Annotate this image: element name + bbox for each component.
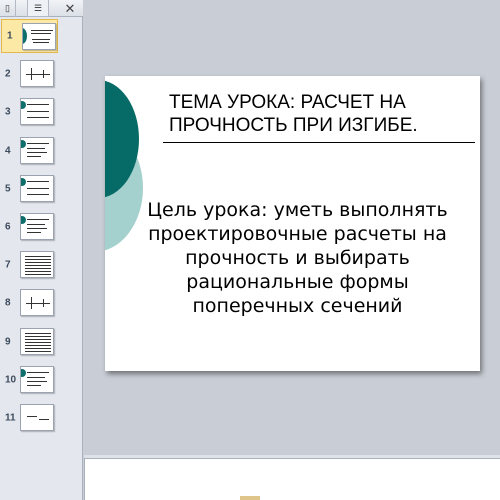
- slide-number: 1: [7, 30, 13, 42]
- preview-mark: [26, 74, 50, 76]
- slide-preview: [20, 289, 54, 317]
- slide-thumbnail-3[interactable]: 3: [0, 95, 83, 129]
- preview-mark: [31, 297, 32, 310]
- slide-number: 3: [5, 106, 11, 118]
- preview-mark: [27, 117, 49, 119]
- slide-thumbnail-7[interactable]: 7: [0, 248, 83, 282]
- preview-mark: [25, 271, 51, 273]
- preview-mark: [27, 219, 49, 220]
- preview-mark: [21, 216, 26, 224]
- outline-tab[interactable]: ☰: [27, 0, 49, 17]
- slide-thumbnail-11[interactable]: 11: [0, 401, 83, 435]
- slide-preview: [20, 404, 54, 431]
- preview-mark: [27, 111, 49, 113]
- preview-mark: [21, 177, 26, 186]
- slide-thumbnail-9[interactable]: 9: [0, 325, 83, 359]
- preview-mark: [32, 39, 50, 40]
- preview-mark: [27, 416, 37, 417]
- preview-mark: [27, 193, 49, 195]
- preview-mark: [33, 42, 49, 43]
- status-bar-fragment: [240, 496, 260, 500]
- current-slide[interactable]: ТЕМА УРОКА: РАСЧЕТ НА ПРОЧНОСТЬ ПРИ ИЗГИ…: [105, 76, 480, 371]
- preview-mark: [27, 155, 41, 157]
- preview-mark: [27, 187, 49, 189]
- preview-mark: [31, 33, 51, 34]
- preview-mark: [26, 303, 50, 305]
- slide-preview: [20, 60, 54, 88]
- slide-thumbnail-1[interactable]: 1: [1, 19, 58, 53]
- preview-mark: [43, 70, 44, 79]
- slide-number: 2: [5, 68, 11, 80]
- close-panel-button[interactable]: ✕: [60, 0, 80, 17]
- preview-mark: [27, 228, 47, 229]
- preview-mark: [25, 347, 51, 349]
- slide-preview: [20, 251, 54, 279]
- slide-number: 9: [5, 336, 11, 348]
- preview-mark: [27, 384, 41, 386]
- preview-mark: [27, 104, 49, 106]
- preview-mark: [25, 341, 51, 343]
- slide-thumbnail-6[interactable]: 6: [0, 210, 83, 244]
- preview-mark: [25, 344, 51, 346]
- slide-thumbnail-4[interactable]: 4: [0, 134, 83, 168]
- preview-mark: [27, 376, 45, 378]
- preview-mark: [31, 68, 32, 81]
- preview-mark: [27, 224, 45, 225]
- preview-mark: [23, 28, 27, 44]
- preview-mark: [27, 151, 47, 153]
- slide-preview: [20, 365, 54, 393]
- preview-mark: [25, 256, 51, 258]
- preview-mark: [25, 338, 51, 340]
- preview-mark: [39, 419, 49, 420]
- slide-preview: [20, 213, 54, 240]
- outline-tab-icon: ☰: [33, 2, 43, 13]
- slide-number: 6: [5, 221, 11, 233]
- preview-mark: [25, 268, 51, 270]
- preview-mark: [27, 380, 47, 382]
- slide-preview: [20, 327, 54, 355]
- slides-tab[interactable]: ▯: [0, 0, 16, 17]
- preview-mark: [27, 371, 49, 373]
- preview-mark: [43, 299, 44, 308]
- preview-mark: [25, 350, 51, 352]
- slide-preview: [22, 23, 56, 50]
- preview-mark: [21, 368, 26, 377]
- slides-panel: ▯ ☰ ✕ 1 2 3 4 5 6 7 8 9 10 11: [0, 0, 83, 500]
- panel-tabs: ▯ ☰ ✕: [0, 0, 83, 17]
- slide-thumbnail-5[interactable]: 5: [0, 172, 83, 206]
- slide-preview: [20, 174, 54, 202]
- close-icon: ✕: [64, 0, 76, 16]
- preview-mark: [25, 262, 51, 264]
- slide-preview: [20, 98, 54, 126]
- preview-mark: [21, 101, 26, 110]
- slide-number: 8: [5, 297, 11, 309]
- slide-preview: [20, 136, 54, 164]
- slide-thumbnail-10[interactable]: 10: [0, 363, 83, 397]
- slide-title[interactable]: ТЕМА УРОКА: РАСЧЕТ НА ПРОЧНОСТЬ ПРИ ИЗГИ…: [163, 91, 463, 137]
- slide-editing-area[interactable]: ТЕМА УРОКА: РАСЧЕТ НА ПРОЧНОСТЬ ПРИ ИЗГИ…: [84, 0, 500, 455]
- preview-mark: [31, 30, 53, 31]
- slide-body-text[interactable]: Цель урока: уметь выполнять проектировоч…: [125, 198, 470, 318]
- slide-number: 4: [5, 145, 11, 157]
- slide-number: 5: [5, 183, 11, 195]
- preview-mark: [27, 180, 49, 182]
- slide-number: 11: [5, 412, 16, 424]
- slide-number: 10: [5, 374, 17, 386]
- slides-tab-icon: ▯: [5, 3, 10, 13]
- preview-mark: [25, 335, 51, 337]
- preview-mark: [21, 139, 26, 148]
- title-divider: [163, 142, 475, 143]
- notes-pane[interactable]: [84, 458, 500, 500]
- preview-mark: [27, 232, 41, 233]
- preview-mark: [27, 147, 45, 149]
- preview-mark: [25, 259, 51, 261]
- preview-mark: [25, 274, 51, 276]
- slide-number: 7: [5, 259, 11, 271]
- preview-mark: [27, 142, 49, 144]
- preview-mark: [25, 332, 51, 334]
- slide-thumbnail-8[interactable]: 8: [0, 286, 83, 320]
- slide-thumbnail-2[interactable]: 2: [0, 57, 83, 91]
- preview-mark: [25, 265, 51, 267]
